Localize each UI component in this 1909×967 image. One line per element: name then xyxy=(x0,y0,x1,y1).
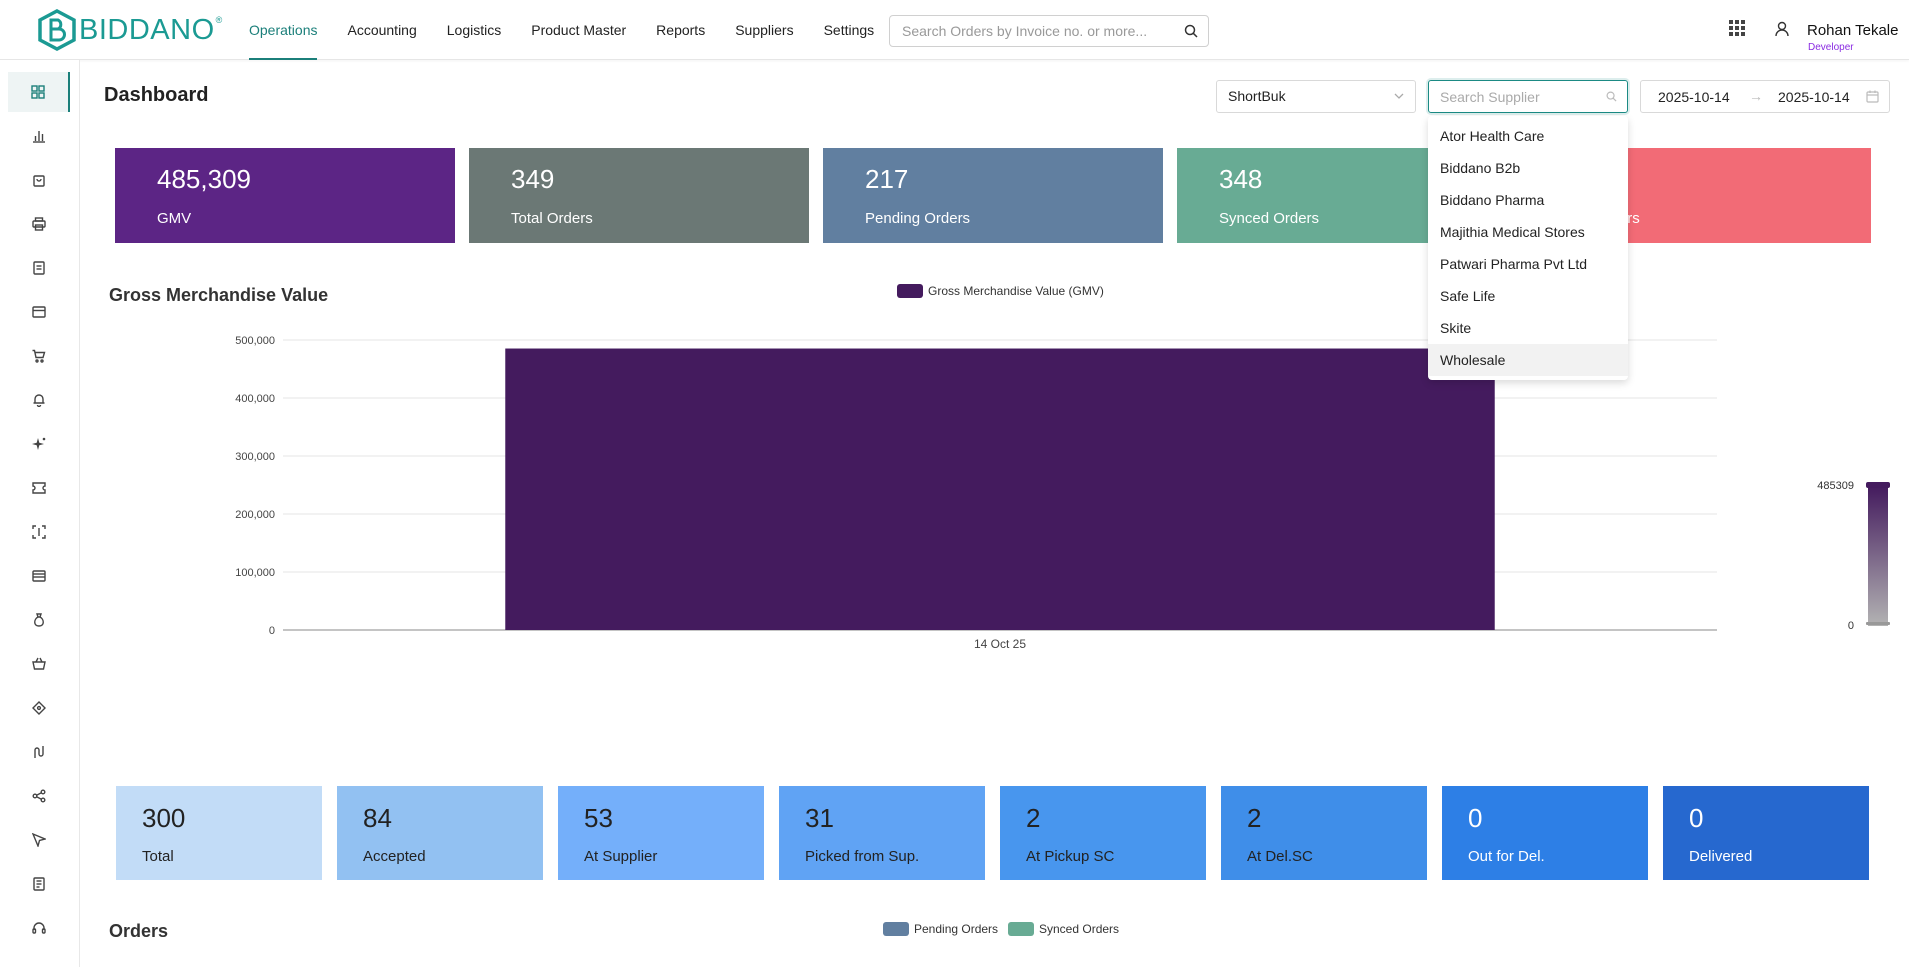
status-label: At Pickup SC xyxy=(1026,848,1115,865)
status-card-delivered: 0 Delivered xyxy=(1663,786,1869,880)
visual-map-max-label: 485309 xyxy=(1817,480,1854,492)
status-card-total: 300 Total xyxy=(116,786,322,880)
gmv-bars xyxy=(505,348,1495,630)
status-value: 31 xyxy=(805,803,834,833)
share-icon xyxy=(32,789,46,803)
status-card-picked-from-supplier: 31 Picked from Sup. xyxy=(779,786,985,880)
status-label: Picked from Sup. xyxy=(805,848,920,865)
y-tick-label: 300,000 xyxy=(235,451,275,463)
supplier-option[interactable]: Safe Life xyxy=(1428,280,1628,312)
sidebar-item-dispatch[interactable] xyxy=(8,820,70,860)
route-icon xyxy=(34,746,44,758)
sidebar-item-routes[interactable] xyxy=(8,732,70,772)
report-icon xyxy=(33,877,45,891)
y-tick-label: 100,000 xyxy=(235,567,275,579)
status-value: 84 xyxy=(363,803,392,833)
status-value: 53 xyxy=(584,803,613,833)
status-label: Delivered xyxy=(1689,848,1753,865)
status-card-at-del-sc: 2 At Del.SC xyxy=(1221,786,1427,880)
status-card-at-pickup-sc: 2 At Pickup SC xyxy=(1000,786,1206,880)
y-tick-label: 200,000 xyxy=(235,509,275,521)
supplier-option[interactable]: Majithia Medical Stores xyxy=(1428,216,1628,248)
status-label: Out for Del. xyxy=(1468,848,1545,865)
supplier-dropdown: Ator Health Care Biddano B2b Biddano Pha… xyxy=(1428,116,1628,380)
status-card-out-for-delivery: 0 Out for Del. xyxy=(1442,786,1648,880)
status-label: Accepted xyxy=(363,848,426,865)
legend-label: Synced Orders xyxy=(1039,922,1120,936)
visual-map-bar xyxy=(1868,486,1888,626)
supplier-option[interactable]: Biddano Pharma xyxy=(1428,184,1628,216)
orders-legend-pending[interactable]: Pending Orders xyxy=(883,922,998,936)
status-value: 2 xyxy=(1247,803,1262,833)
sidebar-item-reports[interactable] xyxy=(8,864,70,904)
tag-icon xyxy=(32,701,46,715)
status-label: At Del.SC xyxy=(1247,848,1313,865)
status-label: At Supplier xyxy=(584,848,658,865)
visual-map-min-label: 0 xyxy=(1848,620,1854,632)
gmv-visual-map: 485309 0 xyxy=(1817,480,1890,632)
status-card-accepted: 84 Accepted xyxy=(337,786,543,880)
status-value: 0 xyxy=(1468,803,1483,833)
y-tick-label: 500,000 xyxy=(235,335,275,347)
legend-label: Pending Orders xyxy=(914,922,999,936)
sidebar-item-support[interactable] xyxy=(8,908,70,948)
legend-swatch xyxy=(1008,922,1034,936)
gmv-y-axis-ticks: 0 100,000 200,000 300,000 400,000 500,000 xyxy=(235,335,275,637)
status-value: 300 xyxy=(142,803,186,833)
supplier-option[interactable]: Skite xyxy=(1428,312,1628,344)
gmv-x-axis-ticks: 14 Oct 25 xyxy=(974,637,1026,651)
y-tick-label: 400,000 xyxy=(235,393,275,405)
visual-map-handle-bottom[interactable] xyxy=(1866,622,1890,625)
headset-icon xyxy=(32,922,46,934)
status-label: Total xyxy=(142,848,174,865)
send-icon xyxy=(32,833,46,847)
orders-legend-synced[interactable]: Synced Orders xyxy=(1008,922,1119,936)
legend-swatch xyxy=(883,922,909,936)
status-value: 0 xyxy=(1689,803,1704,833)
supplier-option[interactable]: Wholesale xyxy=(1428,344,1628,376)
orders-chart-title: Orders xyxy=(109,921,169,941)
sidebar-item-network[interactable] xyxy=(8,776,70,816)
supplier-option[interactable]: Patwari Pharma Pvt Ltd xyxy=(1428,248,1628,280)
x-tick-label: 14 Oct 25 xyxy=(974,637,1026,651)
status-value: 2 xyxy=(1026,803,1041,833)
y-tick-label: 0 xyxy=(269,625,275,637)
supplier-option[interactable]: Ator Health Care xyxy=(1428,120,1628,152)
status-card-at-supplier: 53 At Supplier xyxy=(558,786,764,880)
gmv-bar[interactable] xyxy=(505,348,1495,630)
visual-map-handle-top[interactable] xyxy=(1866,482,1890,488)
supplier-option[interactable]: Biddano B2b xyxy=(1428,152,1628,184)
